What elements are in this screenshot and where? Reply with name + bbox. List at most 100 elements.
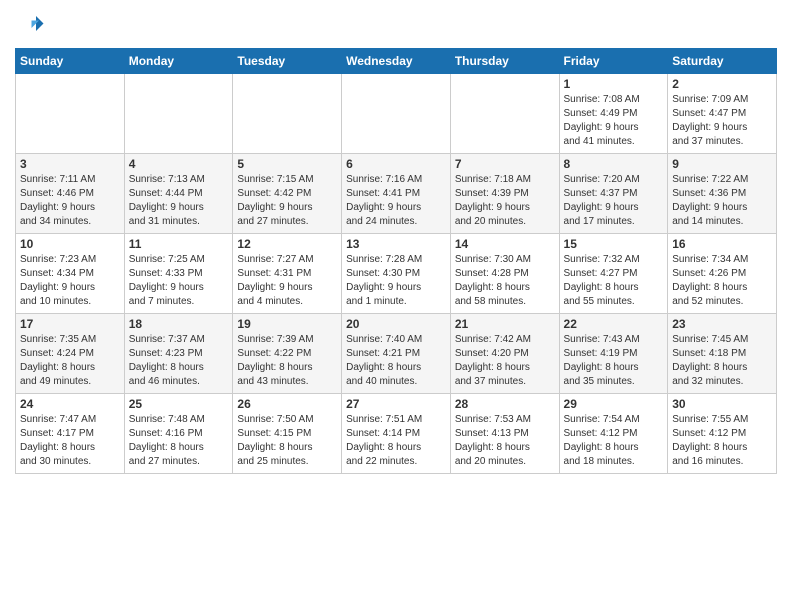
calendar-cell: 11Sunrise: 7:25 AM Sunset: 4:33 PM Dayli… [124, 234, 233, 314]
day-number: 26 [237, 397, 337, 411]
calendar-cell: 24 Sunrise: 7:47 AM Sunset: 4:17 PM Dayli… [16, 394, 125, 474]
calendar-cell: 22 Sunrise: 7:43 AM Sunset: 4:19 PM Dayli… [559, 314, 668, 394]
calendar-cell: 21 Sunrise: 7:42 AM Sunset: 4:20 PM Dayli… [450, 314, 559, 394]
day-info: Sunrise: 7:43 AM Sunset: 4:19 PM Dayligh… [564, 333, 664, 389]
header-thursday: Thursday [450, 49, 559, 74]
day-info: Sunrise: 7:39 AM Sunset: 4:22 PM Dayligh… [237, 333, 337, 389]
header-monday: Monday [124, 49, 233, 74]
day-info: Sunrise: 7:30 AM Sunset: 4:28 PM Dayligh… [455, 253, 555, 309]
day-info: Sunrise: 7:45 AM Sunset: 4:18 PM Dayligh… [672, 333, 772, 389]
day-info: Sunrise: 7:22 AM Sunset: 4:36 PM Dayligh… [672, 173, 772, 229]
calendar-week-row: 3 Sunrise: 7:11 AM Sunset: 4:46 PM Daylig… [16, 154, 777, 234]
calendar-cell [16, 74, 125, 154]
day-info: Sunrise: 7:54 AM Sunset: 4:12 PM Dayligh… [564, 413, 664, 469]
calendar-cell: 25 Sunrise: 7:48 AM Sunset: 4:16 PM Dayli… [124, 394, 233, 474]
day-info: Sunrise: 7:27 AM Sunset: 4:31 PM Dayligh… [237, 253, 337, 309]
calendar-cell: 4Sunrise: 7:13 AM Sunset: 4:44 PM Daylig… [124, 154, 233, 234]
header-wednesday: Wednesday [342, 49, 451, 74]
calendar-cell: 7 Sunrise: 7:18 AM Sunset: 4:39 PM Daylig… [450, 154, 559, 234]
day-info: Sunrise: 7:50 AM Sunset: 4:15 PM Dayligh… [237, 413, 337, 469]
day-number: 15 [564, 237, 664, 251]
day-number: 5 [237, 157, 337, 171]
day-info: Sunrise: 7:48 AM Sunset: 4:16 PM Dayligh… [129, 413, 229, 469]
calendar-header-row: SundayMondayTuesdayWednesdayThursdayFrid… [16, 49, 777, 74]
day-number: 27 [346, 397, 446, 411]
calendar-cell: 15 Sunrise: 7:32 AM Sunset: 4:27 PM Dayli… [559, 234, 668, 314]
calendar-cell: 2 Sunrise: 7:09 AM Sunset: 4:47 PM Daylig… [668, 74, 777, 154]
day-number: 13 [346, 237, 446, 251]
day-number: 2 [672, 77, 772, 91]
calendar-cell: 18 Sunrise: 7:37 AM Sunset: 4:23 PM Dayli… [124, 314, 233, 394]
calendar-table: SundayMondayTuesdayWednesdayThursdayFrid… [15, 48, 777, 474]
day-info: Sunrise: 7:42 AM Sunset: 4:20 PM Dayligh… [455, 333, 555, 389]
day-number: 4 [129, 157, 229, 171]
calendar-cell: 29Sunrise: 7:54 AM Sunset: 4:12 PM Dayli… [559, 394, 668, 474]
calendar-cell [342, 74, 451, 154]
day-info: Sunrise: 7:40 AM Sunset: 4:21 PM Dayligh… [346, 333, 446, 389]
calendar-cell: 14 Sunrise: 7:30 AM Sunset: 4:28 PM Dayli… [450, 234, 559, 314]
day-number: 20 [346, 317, 446, 331]
day-number: 19 [237, 317, 337, 331]
day-number: 6 [346, 157, 446, 171]
day-number: 23 [672, 317, 772, 331]
day-number: 10 [20, 237, 120, 251]
calendar-cell: 28 Sunrise: 7:53 AM Sunset: 4:13 PM Dayli… [450, 394, 559, 474]
day-number: 30 [672, 397, 772, 411]
calendar-cell: 8 Sunrise: 7:20 AM Sunset: 4:37 PM Daylig… [559, 154, 668, 234]
day-info: Sunrise: 7:25 AM Sunset: 4:33 PM Dayligh… [129, 253, 229, 309]
calendar-cell [124, 74, 233, 154]
day-info: Sunrise: 7:34 AM Sunset: 4:26 PM Dayligh… [672, 253, 772, 309]
day-info: Sunrise: 7:37 AM Sunset: 4:23 PM Dayligh… [129, 333, 229, 389]
calendar-cell: 12 Sunrise: 7:27 AM Sunset: 4:31 PM Dayli… [233, 234, 342, 314]
day-number: 12 [237, 237, 337, 251]
calendar-cell: 10 Sunrise: 7:23 AM Sunset: 4:34 PM Dayli… [16, 234, 125, 314]
calendar-cell: 9 Sunrise: 7:22 AM Sunset: 4:36 PM Daylig… [668, 154, 777, 234]
day-info: Sunrise: 7:16 AM Sunset: 4:41 PM Dayligh… [346, 173, 446, 229]
calendar-cell: 20 Sunrise: 7:40 AM Sunset: 4:21 PM Dayli… [342, 314, 451, 394]
day-number: 22 [564, 317, 664, 331]
calendar-cell: 3 Sunrise: 7:11 AM Sunset: 4:46 PM Daylig… [16, 154, 125, 234]
day-info: Sunrise: 7:11 AM Sunset: 4:46 PM Dayligh… [20, 173, 120, 229]
page-header [15, 10, 777, 40]
calendar-cell: 13Sunrise: 7:28 AM Sunset: 4:30 PM Dayli… [342, 234, 451, 314]
day-info: Sunrise: 7:18 AM Sunset: 4:39 PM Dayligh… [455, 173, 555, 229]
calendar-cell: 26 Sunrise: 7:50 AM Sunset: 4:15 PM Dayli… [233, 394, 342, 474]
day-number: 28 [455, 397, 555, 411]
logo-icon [15, 10, 45, 40]
header-saturday: Saturday [668, 49, 777, 74]
day-info: Sunrise: 7:23 AM Sunset: 4:34 PM Dayligh… [20, 253, 120, 309]
day-number: 25 [129, 397, 229, 411]
day-info: Sunrise: 7:20 AM Sunset: 4:37 PM Dayligh… [564, 173, 664, 229]
page-container: SundayMondayTuesdayWednesdayThursdayFrid… [0, 0, 792, 484]
day-info: Sunrise: 7:47 AM Sunset: 4:17 PM Dayligh… [20, 413, 120, 469]
day-info: Sunrise: 7:55 AM Sunset: 4:12 PM Dayligh… [672, 413, 772, 469]
calendar-cell: 17 Sunrise: 7:35 AM Sunset: 4:24 PM Dayli… [16, 314, 125, 394]
day-number: 9 [672, 157, 772, 171]
day-number: 21 [455, 317, 555, 331]
day-info: Sunrise: 7:51 AM Sunset: 4:14 PM Dayligh… [346, 413, 446, 469]
day-number: 18 [129, 317, 229, 331]
day-info: Sunrise: 7:35 AM Sunset: 4:24 PM Dayligh… [20, 333, 120, 389]
day-number: 16 [672, 237, 772, 251]
logo [15, 10, 49, 40]
day-number: 3 [20, 157, 120, 171]
calendar-cell [450, 74, 559, 154]
calendar-cell: 23 Sunrise: 7:45 AM Sunset: 4:18 PM Dayli… [668, 314, 777, 394]
header-friday: Friday [559, 49, 668, 74]
calendar-cell: 30 Sunrise: 7:55 AM Sunset: 4:12 PM Dayli… [668, 394, 777, 474]
calendar-cell [233, 74, 342, 154]
day-info: Sunrise: 7:09 AM Sunset: 4:47 PM Dayligh… [672, 93, 772, 149]
day-info: Sunrise: 7:32 AM Sunset: 4:27 PM Dayligh… [564, 253, 664, 309]
day-number: 8 [564, 157, 664, 171]
day-number: 14 [455, 237, 555, 251]
calendar-cell: 19 Sunrise: 7:39 AM Sunset: 4:22 PM Dayli… [233, 314, 342, 394]
day-number: 7 [455, 157, 555, 171]
calendar-cell: 27 Sunrise: 7:51 AM Sunset: 4:14 PM Dayli… [342, 394, 451, 474]
day-info: Sunrise: 7:08 AM Sunset: 4:49 PM Dayligh… [564, 93, 664, 149]
day-number: 17 [20, 317, 120, 331]
calendar-week-row: 10 Sunrise: 7:23 AM Sunset: 4:34 PM Dayli… [16, 234, 777, 314]
calendar-cell: 6 Sunrise: 7:16 AM Sunset: 4:41 PM Daylig… [342, 154, 451, 234]
day-number: 24 [20, 397, 120, 411]
day-info: Sunrise: 7:53 AM Sunset: 4:13 PM Dayligh… [455, 413, 555, 469]
calendar-cell: 1Sunrise: 7:08 AM Sunset: 4:49 PM Daylig… [559, 74, 668, 154]
